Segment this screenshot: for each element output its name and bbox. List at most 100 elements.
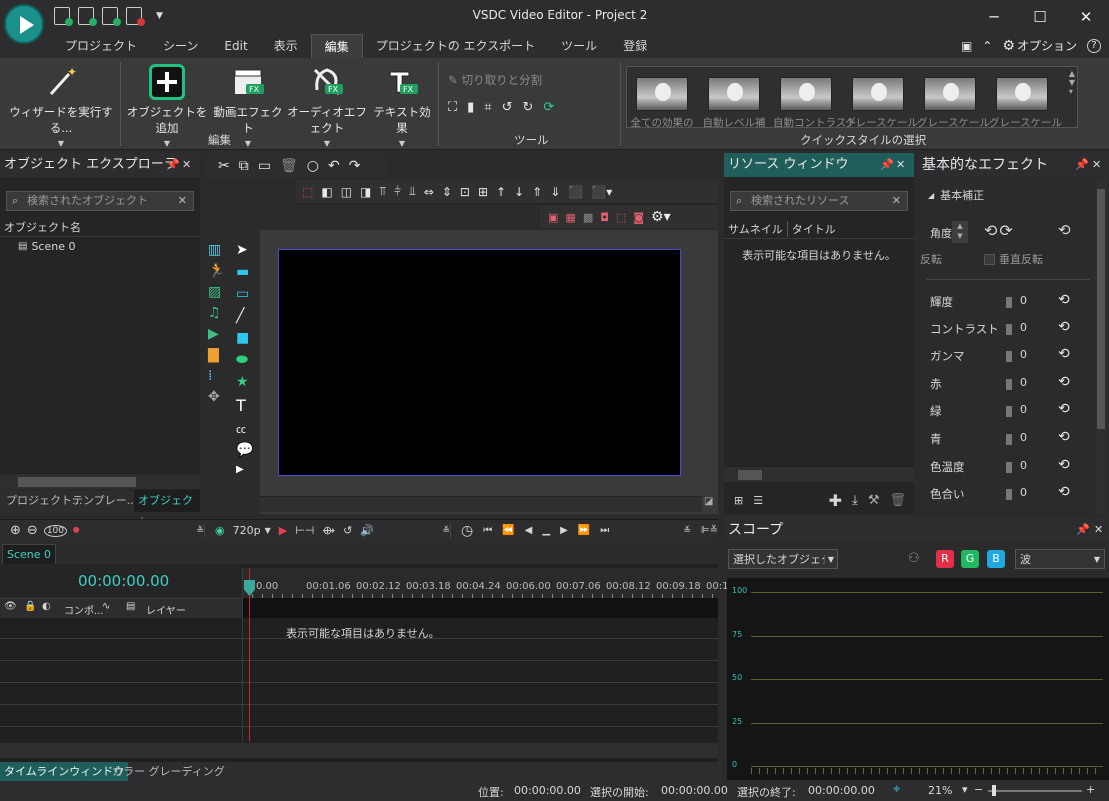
channel-b-toggle[interactable]: B [987,550,1005,568]
angle-spinner[interactable]: ▲ ▼ [952,221,968,243]
open-project-icon[interactable] [78,7,97,26]
delete-icon[interactable]: 🗑 [280,158,298,174]
zoom-slider-track[interactable] [988,790,1082,792]
select-frame-icon[interactable]: ⬚ [302,185,313,199]
crop-icon[interactable]: ⌗ [484,100,491,115]
rotate-90-left-icon[interactable]: ⟲ [984,221,997,240]
rotate-left-icon[interactable]: ↺ [502,100,513,115]
timeline-ruler[interactable]: 0.00 00:01.06 00:02.12 00:03.18 00:04.24 00:0… [242,568,751,598]
tab-edit-en[interactable]: Edit [211,34,260,58]
close-icon[interactable]: ✕ [182,153,191,177]
waveform-icon[interactable]: ∿ [102,601,110,612]
cut-split-button[interactable]: ✎ 切り取りと分割 [448,72,542,88]
toolbar-overflow-icon[interactable]: ≚ [442,526,450,536]
export-project-icon[interactable] [126,7,145,26]
fit-icon[interactable]: ⊡ [460,185,470,199]
trim-icon[interactable]: ▮ [467,100,474,115]
split-clip-icon[interactable]: ⟴ [322,524,335,537]
loop-icon[interactable]: ↺ [343,524,352,537]
snap-icon[interactable]: ▣ [548,211,558,224]
tab-edit[interactable]: 編集 [310,34,363,58]
import-icon[interactable]: ⤓ [852,493,858,508]
track-menu-icon[interactable]: ▤ [126,601,135,612]
pin-icon[interactable]: 📌 [880,153,894,177]
maximize-icon[interactable]: ☐ [1017,0,1063,34]
col-composition[interactable]: コンポ... [64,602,104,617]
collapse-ribbon-icon[interactable]: ⌃ [982,39,992,53]
sprite-icon[interactable]: 🏃 [208,263,225,279]
tab-export[interactable]: プロジェクトの エクスポート [363,34,548,58]
line-icon[interactable]: ╱ [236,308,253,324]
effect-row-red[interactable]: 赤 0 ⟲ [930,374,1080,396]
undo-icon[interactable]: ↶ [328,158,340,174]
record-icon[interactable]: ⏺ [73,523,80,538]
trash-icon[interactable]: 🗑 [889,493,906,508]
spectrum-icon[interactable]: ▇ [208,347,225,363]
redo-icon[interactable]: ↷ [349,158,361,174]
remove-track-icon[interactable]: ⊖ [27,523,38,538]
new-project-icon[interactable] [54,7,73,26]
blend-mode-icon[interactable]: ◐ [42,601,51,612]
resources-hscroll[interactable] [724,466,914,482]
tab-scene[interactable]: シーン [150,34,211,58]
options-button[interactable]: ⚙ オプション [1002,37,1077,54]
speed-icon[interactable]: 100 [43,524,67,537]
polygon-icon[interactable]: ★ [236,374,253,390]
help-icon[interactable]: ? [1087,38,1101,53]
quick-style-item[interactable]: グレースケール [917,77,990,130]
effect-row-blue[interactable]: 青 0 ⟲ [930,429,1080,451]
visibility-eye-icon[interactable]: 👁 [4,601,17,612]
ungroup-icon[interactable]: ⬛▾ [591,185,612,199]
resize-grip-icon[interactable]: ◪ [704,496,718,512]
qat-dropdown-icon[interactable]: ▼ [156,11,163,21]
pin-icon[interactable]: 📌 [1076,518,1090,542]
go-start-icon[interactable]: ⏮ [483,525,492,536]
effect-row-temperature[interactable]: 色温度 0 ⟲ [930,457,1080,479]
channel-g-toggle[interactable]: G [961,550,979,568]
close-icon[interactable]: ✕ [1063,0,1109,34]
save-project-icon[interactable] [102,7,121,26]
quick-style-item[interactable]: 自動コントラスト [773,77,857,130]
move-up-icon[interactable]: ↑ [496,185,506,199]
col-layer[interactable]: レイヤー [146,602,186,617]
marker-flag-icon[interactable]: ▶ [279,524,287,537]
col-thumbnail[interactable]: サムネイル [724,220,788,237]
motion-icon[interactable]: ⁞ [208,368,225,384]
angle-reset-icon[interactable]: ⟲ [1058,221,1071,239]
tree-item-scene[interactable]: ▤ Scene 0 [18,240,76,253]
distribute-h-icon[interactable]: ⇔ [424,185,434,199]
add-resource-icon[interactable]: ✚ [829,491,842,510]
clock-icon[interactable]: ◷ [461,523,473,539]
align-bottom-icon[interactable]: ⫫ [409,184,416,199]
range-icon[interactable]: ⊢⊣ [295,524,314,537]
cut-icon[interactable]: ✂ [218,158,230,174]
tab-color-grading[interactable]: カラー グレーディング [108,762,229,782]
text-icon[interactable]: T [236,396,253,415]
gallery-scroll-icon[interactable]: ▲ ▼ ▾ [1069,69,1075,96]
resolution-dropdown[interactable]: 720p ▼ [233,524,271,537]
rectangle-icon[interactable]: ■ [236,330,253,346]
toolbar-overflow-icon[interactable]: ≚ [683,526,691,536]
tab-explorer-template[interactable]: テンプレー... [68,490,141,512]
audio-effects-button[interactable]: FX オーディオエフェクト ▼ [284,64,370,148]
safe-zone-icon[interactable]: ⬚ [616,211,626,224]
chart-icon[interactable]: ▥ [208,242,225,258]
subtitle-icon[interactable]: ㏄ [236,421,253,436]
circle-icon[interactable]: ○ [307,158,319,174]
layout-icon[interactable]: ▣ [961,39,972,53]
magnet-icon[interactable]: ◘ [600,211,609,224]
effect-row-green[interactable]: 緑 0 ⟲ [930,401,1080,423]
snap-grid-icon[interactable]: ▦ [565,211,575,224]
settings-wrench-icon[interactable]: ⟳ [543,100,554,115]
tools-icon[interactable]: ⚒ [868,493,880,508]
tab-view[interactable]: 表示 [261,34,311,58]
close-icon[interactable]: ✕ [896,153,905,177]
align-top-icon[interactable]: ⫪ [379,184,386,199]
align-center-icon[interactable]: ◫ [341,185,352,199]
zoom-out-icon[interactable]: − [974,783,983,796]
move-icon[interactable]: ✥ [208,389,225,405]
effect-row-gamma[interactable]: ガンマ 0 ⟲ [930,346,1080,368]
add-track-icon[interactable]: ⊕ [10,523,21,538]
minimize-icon[interactable]: ─ [971,0,1017,34]
rotate-right-icon[interactable]: ↻ [523,100,534,115]
